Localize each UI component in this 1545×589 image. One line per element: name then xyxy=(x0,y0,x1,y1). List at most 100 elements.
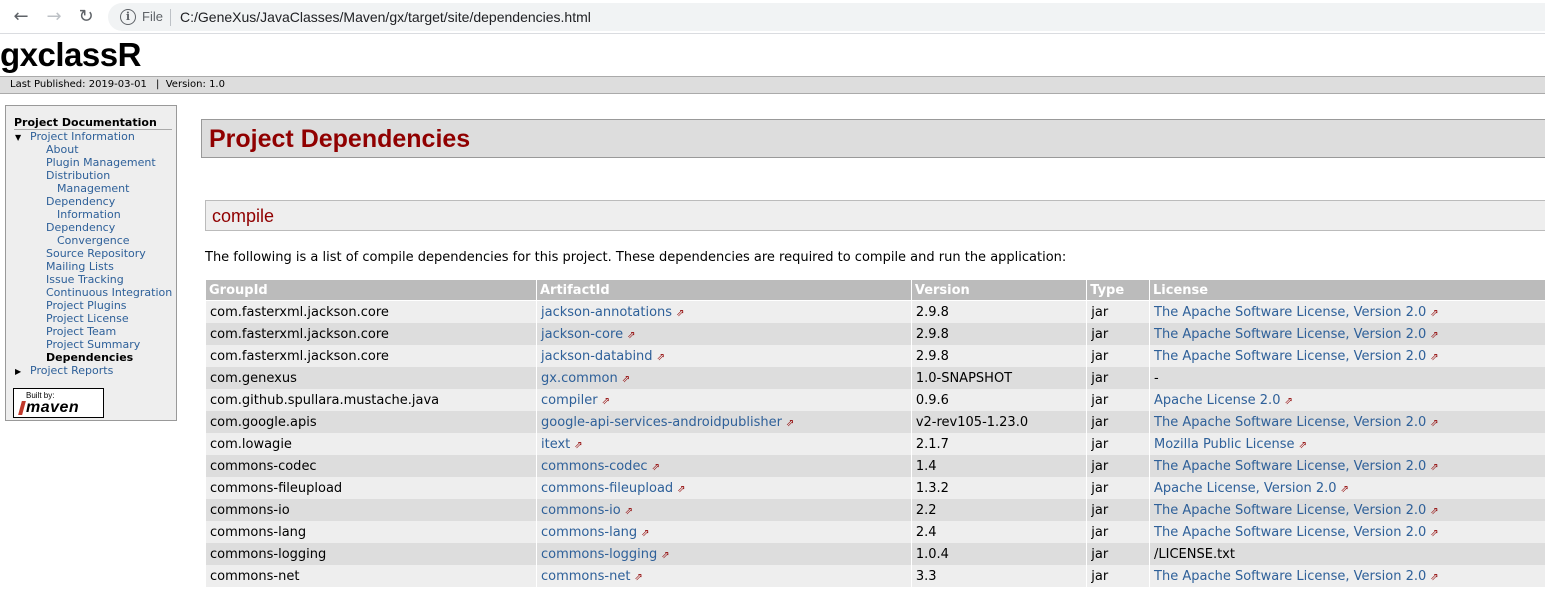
nav-item[interactable]: Continuous Integration xyxy=(14,286,172,299)
cell-groupid: com.genexus xyxy=(206,367,536,389)
address-bar[interactable]: i File C:/GeneXus/JavaClasses/Maven/gx/t… xyxy=(108,3,1545,31)
external-link-icon[interactable]: ⇗ xyxy=(627,330,641,341)
artifact-link[interactable]: google-api-services-androidpublisher xyxy=(541,415,782,430)
external-link-icon[interactable]: ⇗ xyxy=(574,440,588,451)
table-row: com.fasterxml.jackson.core jackson-core ⇗ 2… xyxy=(206,323,1545,345)
license-link[interactable]: The Apache Software License, Version 2.0 xyxy=(1154,415,1426,430)
built-by-maven-logo[interactable]: Built by: maven xyxy=(13,388,104,418)
nav-item[interactable]: Project Plugins xyxy=(14,299,172,312)
external-link-icon[interactable]: ⇗ xyxy=(1430,572,1444,583)
external-link-icon[interactable]: ⇗ xyxy=(1430,330,1444,341)
cell-license: Apache License, Version 2.0 ⇗ xyxy=(1150,477,1545,499)
forward-arrow-icon[interactable]: → xyxy=(42,5,66,29)
nav-item[interactable]: Dependency xyxy=(14,195,172,208)
breadcrumb-bar: Last Published: 2019-03-01 | Version: 1.… xyxy=(0,76,1545,94)
external-link-icon[interactable]: ⇗ xyxy=(641,528,655,539)
nav-item[interactable]: Project License xyxy=(14,312,172,325)
license-link[interactable]: The Apache Software License, Version 2.0 xyxy=(1154,569,1426,584)
column-header-license[interactable]: License xyxy=(1150,280,1545,301)
external-link-icon[interactable]: ⇗ xyxy=(786,418,800,429)
cell-type: jar xyxy=(1087,367,1150,389)
nav-project-reports[interactable]: Project Reports xyxy=(14,364,172,377)
external-link-icon[interactable]: ⇗ xyxy=(1430,528,1444,539)
external-link-icon[interactable]: ⇗ xyxy=(1430,352,1444,363)
maven-wordmark: maven xyxy=(26,399,80,416)
nav-item[interactable]: Information xyxy=(14,208,172,221)
external-link-icon[interactable]: ⇗ xyxy=(1430,308,1444,319)
artifact-link[interactable]: jackson-databind xyxy=(541,349,653,364)
license-link[interactable]: The Apache Software License, Version 2.0 xyxy=(1154,327,1426,342)
artifact-link[interactable]: commons-lang xyxy=(541,525,637,540)
site-title: gxclassR xyxy=(0,36,141,73)
triangle-collapsed-icon[interactable]: ▶ xyxy=(15,365,21,378)
artifact-link[interactable]: commons-fileupload xyxy=(541,481,673,496)
external-link-icon[interactable]: ⇗ xyxy=(622,374,636,385)
artifact-link[interactable]: commons-io xyxy=(541,503,621,518)
external-link-icon[interactable]: ⇗ xyxy=(676,308,690,319)
column-header-version[interactable]: Version xyxy=(911,280,1087,301)
cell-license: The Apache Software License, Version 2.0… xyxy=(1150,301,1545,323)
external-link-icon[interactable]: ⇗ xyxy=(657,352,671,363)
artifact-link[interactable]: commons-net xyxy=(541,569,630,584)
external-link-icon[interactable]: ⇗ xyxy=(1284,396,1298,407)
license-link[interactable]: The Apache Software License, Version 2.0 xyxy=(1154,525,1426,540)
license-link[interactable]: Mozilla Public License xyxy=(1154,437,1295,452)
triangle-expanded-icon[interactable]: ▼ xyxy=(15,131,21,144)
external-link-icon[interactable]: ⇗ xyxy=(1430,462,1444,473)
nav-item[interactable]: Mailing Lists xyxy=(14,260,172,273)
license-link[interactable]: The Apache Software License, Version 2.0 xyxy=(1154,459,1426,474)
artifact-link[interactable]: compiler xyxy=(541,393,598,408)
nav-item[interactable]: Convergence xyxy=(14,234,172,247)
cell-artifactid: jackson-core ⇗ xyxy=(537,323,911,345)
url-text[interactable]: C:/GeneXus/JavaClasses/Maven/gx/target/s… xyxy=(180,9,591,25)
artifact-link[interactable]: itext xyxy=(541,437,570,452)
artifact-link[interactable]: commons-codec xyxy=(541,459,648,474)
nav-item[interactable]: Source Repository xyxy=(14,247,172,260)
reload-icon[interactable]: ↻ xyxy=(74,5,98,29)
info-icon[interactable]: i xyxy=(120,9,136,25)
cell-type: jar xyxy=(1087,433,1150,455)
nav-item[interactable]: About xyxy=(14,143,172,156)
external-link-icon[interactable]: ⇗ xyxy=(1341,484,1355,495)
table-row: commons-logging commons-logging ⇗ 1.0.4 jar /… xyxy=(206,543,1545,565)
external-link-icon[interactable]: ⇗ xyxy=(652,462,666,473)
nav-item[interactable]: Distribution xyxy=(14,169,172,182)
external-link-icon[interactable]: ⇗ xyxy=(677,484,691,495)
artifact-link[interactable]: jackson-annotations xyxy=(541,305,672,320)
table-row: commons-net commons-net ⇗ 3.3 jar The Apache … xyxy=(206,565,1545,587)
license-link[interactable]: The Apache Software License, Version 2.0 xyxy=(1154,349,1426,364)
cell-groupid: com.fasterxml.jackson.core xyxy=(206,345,536,367)
back-arrow-icon[interactable]: ← xyxy=(9,5,33,29)
cell-version: 2.9.8 xyxy=(911,323,1087,345)
nav-item[interactable]: Dependency xyxy=(14,221,172,234)
external-link-icon[interactable]: ⇗ xyxy=(634,572,648,583)
cell-type: jar xyxy=(1087,521,1150,543)
nav-project-information[interactable]: Project Information xyxy=(14,130,172,143)
artifact-link[interactable]: jackson-core xyxy=(541,327,623,342)
artifact-link[interactable]: gx.common xyxy=(541,371,618,386)
nav-item[interactable]: Plugin Management xyxy=(14,156,172,169)
nav-item[interactable]: Issue Tracking xyxy=(14,273,172,286)
nav-item[interactable]: Project Team xyxy=(14,325,172,338)
external-link-icon[interactable]: ⇗ xyxy=(602,396,616,407)
license-link[interactable]: Apache License 2.0 xyxy=(1154,393,1280,408)
dependencies-table: GroupId ArtifactId Version Type License … xyxy=(205,280,1545,587)
column-header-groupid[interactable]: GroupId xyxy=(206,280,536,301)
cell-license: /LICENSE.txt xyxy=(1150,543,1545,565)
cell-version: 0.9.6 xyxy=(911,389,1087,411)
external-link-icon[interactable]: ⇗ xyxy=(661,550,675,561)
column-header-type[interactable]: Type xyxy=(1087,280,1150,301)
external-link-icon[interactable]: ⇗ xyxy=(1430,506,1444,517)
cell-version: 2.2 xyxy=(911,499,1087,521)
external-link-icon[interactable]: ⇗ xyxy=(1299,440,1313,451)
license-link[interactable]: The Apache Software License, Version 2.0 xyxy=(1154,305,1426,320)
column-header-artifactid[interactable]: ArtifactId xyxy=(537,280,911,301)
external-link-icon[interactable]: ⇗ xyxy=(625,506,639,517)
license-link[interactable]: The Apache Software License, Version 2.0 xyxy=(1154,503,1426,518)
nav-item[interactable]: Management xyxy=(14,182,172,195)
cell-version: 3.3 xyxy=(911,565,1087,587)
nav-item[interactable]: Project Summary xyxy=(14,338,172,351)
external-link-icon[interactable]: ⇗ xyxy=(1430,418,1444,429)
license-link[interactable]: Apache License, Version 2.0 xyxy=(1154,481,1337,496)
artifact-link[interactable]: commons-logging xyxy=(541,547,657,562)
